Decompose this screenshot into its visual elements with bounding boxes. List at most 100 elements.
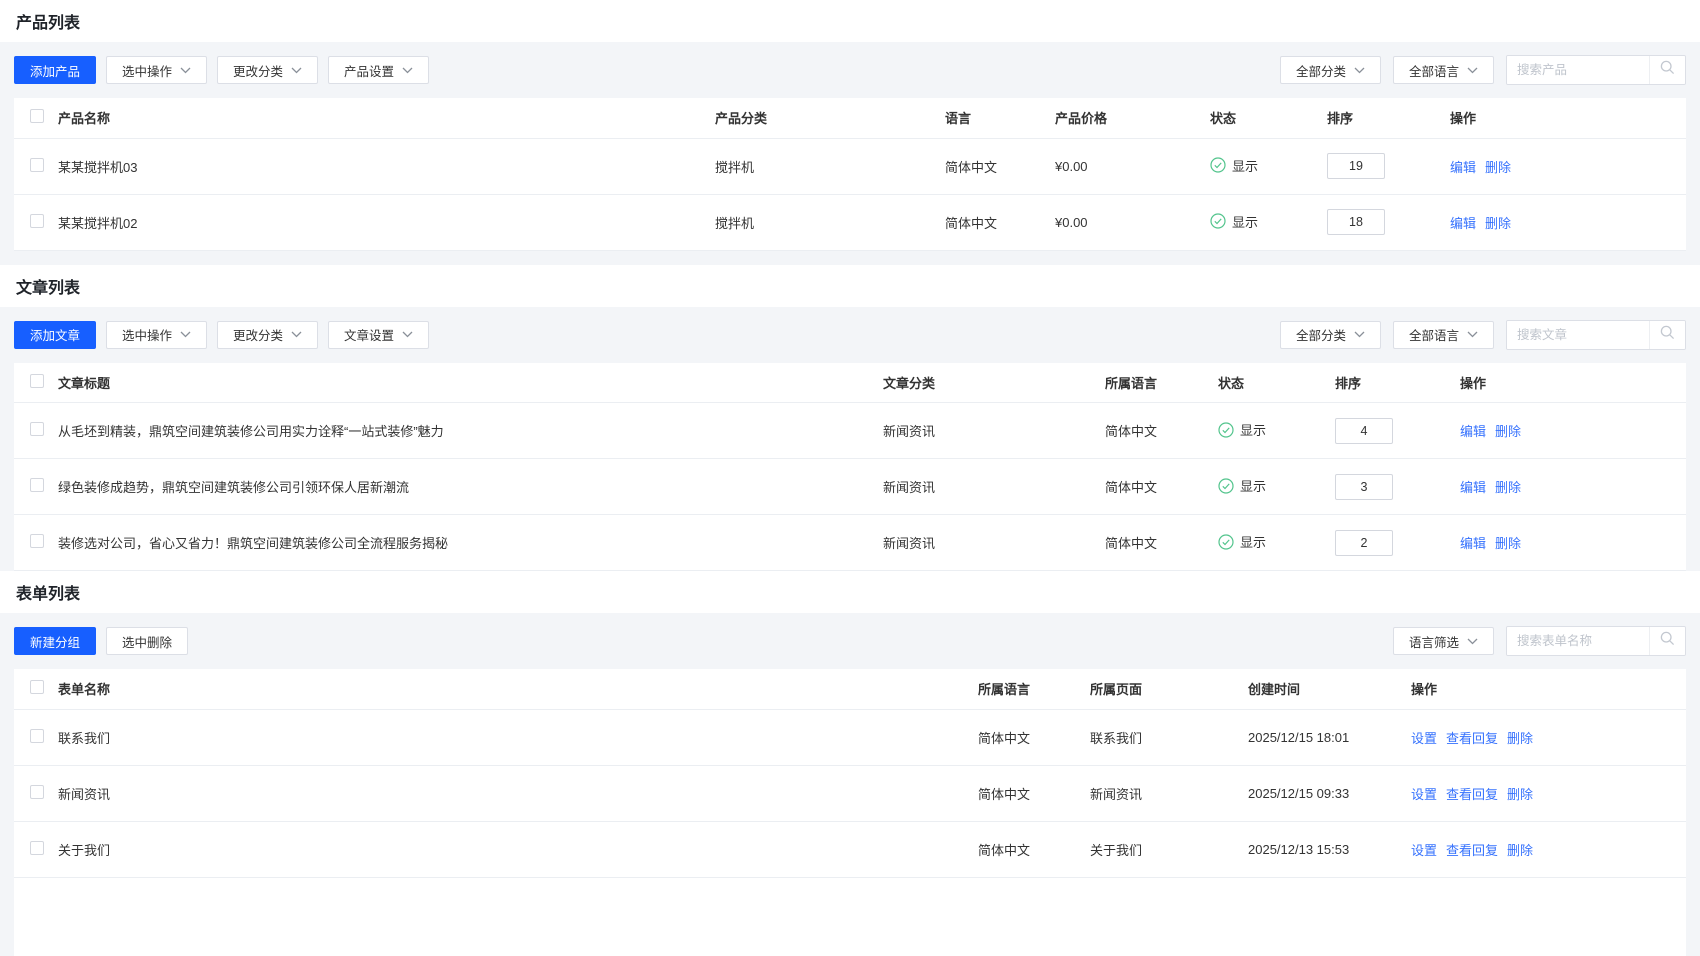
chevron-down-icon xyxy=(1354,331,1365,338)
articles-section-title: 文章列表 xyxy=(0,265,1700,307)
delete-link[interactable]: 删除 xyxy=(1485,160,1511,175)
status-badge: 显示 xyxy=(1218,532,1266,551)
edit-link[interactable]: 编辑 xyxy=(1460,536,1486,551)
settings-link[interactable]: 设置 xyxy=(1411,843,1437,858)
products-table: 产品名称 产品分类 语言 产品价格 状态 排序 操作 某某搅拌机03 搅拌机 xyxy=(14,98,1686,251)
chevron-down-icon xyxy=(291,67,302,74)
settings-link[interactable]: 设置 xyxy=(1411,731,1437,746)
forms-language-filter-dropdown[interactable]: 语言筛选 xyxy=(1393,627,1494,655)
col-article-category: 文章分类 xyxy=(883,363,1105,403)
product-category: 搅拌机 xyxy=(715,138,945,194)
forms-toolbar: 新建分组 选中删除 语言筛选 xyxy=(14,627,1686,655)
search-icon xyxy=(1659,59,1676,81)
articles-category-filter-dropdown[interactable]: 全部分类 xyxy=(1280,321,1381,349)
articles-filters: 全部分类 全部语言 xyxy=(1268,320,1686,350)
form-created: 2025/12/15 18:01 xyxy=(1248,709,1411,765)
row-checkbox[interactable] xyxy=(30,422,44,436)
view-replies-link[interactable]: 查看回复 xyxy=(1446,787,1498,802)
settings-link[interactable]: 设置 xyxy=(1411,787,1437,802)
row-checkbox[interactable] xyxy=(30,158,44,172)
products-language-filter-dropdown[interactable]: 全部语言 xyxy=(1393,56,1494,84)
row-checkbox[interactable] xyxy=(30,785,44,799)
articles-language-filter-dropdown[interactable]: 全部语言 xyxy=(1393,321,1494,349)
products-change-category-dropdown[interactable]: 更改分类 xyxy=(217,56,318,84)
sort-input[interactable] xyxy=(1335,530,1393,556)
forms-search xyxy=(1506,626,1686,656)
edit-link[interactable]: 编辑 xyxy=(1450,216,1476,231)
check-circle-icon xyxy=(1210,213,1226,229)
row-checkbox[interactable] xyxy=(30,214,44,228)
edit-link[interactable]: 编辑 xyxy=(1460,424,1486,439)
forms-search-input[interactable] xyxy=(1507,627,1649,655)
add-product-button[interactable]: 添加产品 xyxy=(14,56,96,84)
article-language: 简体中文 xyxy=(1105,403,1218,459)
products-settings-dropdown[interactable]: 产品设置 xyxy=(328,56,429,84)
col-product-ops: 操作 xyxy=(1450,98,1686,138)
products-selected-ops-dropdown[interactable]: 选中操作 xyxy=(106,56,207,84)
product-price: ¥0.00 xyxy=(1055,194,1210,250)
delete-link[interactable]: 删除 xyxy=(1507,787,1533,802)
form-page: 联系我们 xyxy=(1090,709,1248,765)
products-category-filter-dropdown[interactable]: 全部分类 xyxy=(1280,56,1381,84)
row-checkbox[interactable] xyxy=(30,841,44,855)
check-circle-icon xyxy=(1210,157,1226,173)
products-search-input[interactable] xyxy=(1507,56,1649,84)
delete-link[interactable]: 删除 xyxy=(1495,480,1521,495)
form-language: 简体中文 xyxy=(978,709,1090,765)
delete-link[interactable]: 删除 xyxy=(1507,843,1533,858)
forms-panel: 新建分组 选中删除 语言筛选 表单名称 所属语言 xyxy=(0,613,1700,956)
chevron-down-icon xyxy=(180,67,191,74)
col-product-price: 产品价格 xyxy=(1055,98,1210,138)
articles-search-input[interactable] xyxy=(1507,321,1649,349)
col-product-category: 产品分类 xyxy=(715,98,945,138)
check-circle-icon xyxy=(1218,478,1234,494)
row-checkbox[interactable] xyxy=(30,729,44,743)
sort-input[interactable] xyxy=(1335,418,1393,444)
new-group-button[interactable]: 新建分组 xyxy=(14,627,96,655)
form-page: 新闻资讯 xyxy=(1090,765,1248,821)
products-filters: 全部分类 全部语言 xyxy=(1268,55,1686,85)
form-name: 联系我们 xyxy=(58,728,978,747)
row-checkbox[interactable] xyxy=(30,534,44,548)
form-row: 关于我们 简体中文 关于我们 2025/12/13 15:53 设置查看回复删除 xyxy=(14,821,1686,877)
articles-select-all-checkbox[interactable] xyxy=(30,374,44,388)
delete-selected-button[interactable]: 选中删除 xyxy=(106,627,188,655)
sort-input[interactable] xyxy=(1335,474,1393,500)
articles-change-category-dropdown[interactable]: 更改分类 xyxy=(217,321,318,349)
articles-header-row: 文章标题 文章分类 所属语言 状态 排序 操作 xyxy=(14,363,1686,403)
product-name: 某某搅拌机02 xyxy=(58,213,715,232)
article-title: 从毛坯到精装，鼎筑空间建筑装修公司用实力诠释“一站式装修”魅力 xyxy=(58,421,883,440)
sort-input[interactable] xyxy=(1327,209,1385,235)
form-name: 新闻资讯 xyxy=(58,784,978,803)
articles-settings-dropdown[interactable]: 文章设置 xyxy=(328,321,429,349)
article-title: 装修选对公司，省心又省力！鼎筑空间建筑装修公司全流程服务揭秘 xyxy=(58,533,883,552)
forms-select-all-checkbox[interactable] xyxy=(30,680,44,694)
col-article-language: 所属语言 xyxy=(1105,363,1218,403)
row-checkbox[interactable] xyxy=(30,478,44,492)
articles-search-button[interactable] xyxy=(1649,321,1685,349)
add-article-button[interactable]: 添加文章 xyxy=(14,321,96,349)
articles-table: 文章标题 文章分类 所属语言 状态 排序 操作 从毛坯到精装，鼎筑空间建筑装修公… xyxy=(14,363,1686,572)
articles-selected-ops-dropdown[interactable]: 选中操作 xyxy=(106,321,207,349)
chevron-down-icon xyxy=(1467,331,1478,338)
forms-search-button[interactable] xyxy=(1649,627,1685,655)
sort-input[interactable] xyxy=(1327,153,1385,179)
col-form-ops: 操作 xyxy=(1411,669,1686,709)
form-language: 简体中文 xyxy=(978,821,1090,877)
edit-link[interactable]: 编辑 xyxy=(1450,160,1476,175)
article-category: 新闻资讯 xyxy=(883,459,1105,515)
delete-link[interactable]: 删除 xyxy=(1507,731,1533,746)
products-search-button[interactable] xyxy=(1649,56,1685,84)
delete-link[interactable]: 删除 xyxy=(1495,424,1521,439)
chevron-down-icon xyxy=(402,67,413,74)
delete-link[interactable]: 删除 xyxy=(1485,216,1511,231)
edit-link[interactable]: 编辑 xyxy=(1460,480,1486,495)
products-select-all-checkbox[interactable] xyxy=(30,109,44,123)
view-replies-link[interactable]: 查看回复 xyxy=(1446,843,1498,858)
delete-link[interactable]: 删除 xyxy=(1495,536,1521,551)
view-replies-link[interactable]: 查看回复 xyxy=(1446,731,1498,746)
chevron-down-icon xyxy=(1467,638,1478,645)
article-row: 绿色装修成趋势，鼎筑空间建筑装修公司引领环保人居新潮流 新闻资讯 简体中文 显示… xyxy=(14,459,1686,515)
articles-toolbar: 添加文章 选中操作 更改分类 文章设置 全部分类 全部语言 xyxy=(14,321,1686,349)
col-product-sort: 排序 xyxy=(1327,98,1450,138)
